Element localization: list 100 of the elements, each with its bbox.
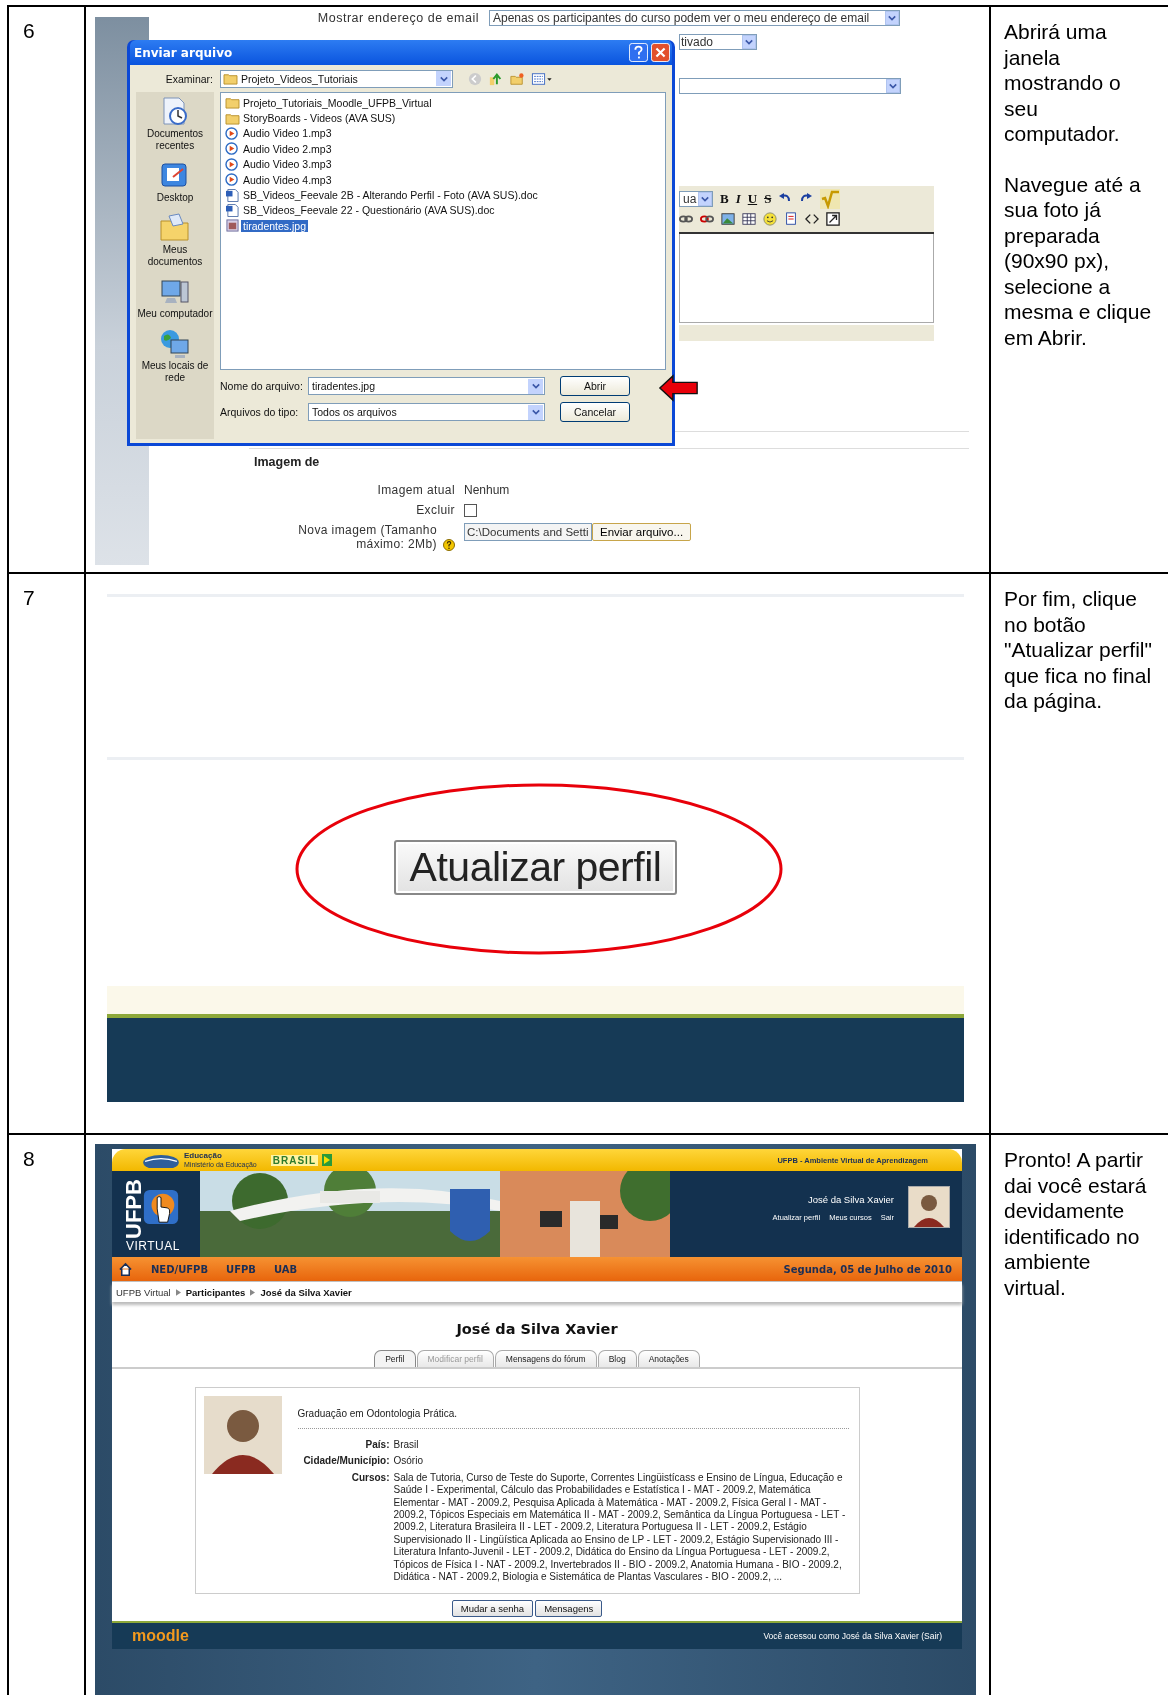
- file-name[interactable]: Audio Video 2.mp3: [241, 142, 334, 155]
- open-button[interactable]: Abrir: [560, 376, 630, 396]
- nav-link[interactable]: UAB: [273, 1263, 298, 1275]
- footer-logo: moodle: [132, 1627, 189, 1646]
- file-name-field[interactable]: tiradentes.jpg: [308, 377, 545, 395]
- instruction-text: Por fim, clique no botão "Atualizar perfil" que fica no final da página.: [1004, 586, 1152, 714]
- media-file-icon: [225, 126, 240, 140]
- browse-button[interactable]: Enviar arquivo...: [592, 523, 692, 541]
- media-file-icon: [225, 173, 240, 187]
- format-button[interactable]: S: [764, 191, 772, 207]
- folder-icon: [225, 96, 240, 110]
- field-label: País:: [364, 1439, 390, 1452]
- instruction-text: Navegue até a sua foto já preparada (90x90 px), selecione a mesma e clique em Abrir.: [1004, 171, 1152, 350]
- view-menu-icon[interactable]: [531, 71, 553, 86]
- dropdown-icon: [436, 71, 451, 86]
- globe-logo-icon: [142, 1152, 180, 1168]
- dialog-title: Enviar arquivo: [134, 45, 234, 60]
- logo-subtitle: VIRTUAL: [126, 1239, 180, 1253]
- dropdown-icon: [528, 404, 543, 420]
- field-value: Osório: [393, 1455, 424, 1468]
- select-field[interactable]: Apenas os participantes do curso podem ver o meu endereço de email: [489, 10, 900, 26]
- file-path-field[interactable]: C:\Documents and Setti: [464, 523, 592, 541]
- nav-link[interactable]: UFPB: [226, 1263, 256, 1275]
- field-label: Nova imagem (Tamanho máximo: 2Mb): [297, 523, 437, 551]
- file-name[interactable]: Audio Video 4.mp3: [241, 173, 334, 186]
- dropdown-icon: [742, 35, 756, 49]
- field-label: Cursos:: [350, 1471, 390, 1485]
- help-icon[interactable]: [443, 539, 455, 551]
- folder-select[interactable]: Projeto_Videos_Tutoriais: [220, 69, 453, 88]
- select-field[interactable]: tivado: [679, 34, 757, 50]
- file-name[interactable]: Audio Video 3.mp3: [241, 158, 334, 171]
- breadcrumb-link[interactable]: José da Silva Xavier: [260, 1286, 352, 1298]
- nav-link[interactable]: NED/UFPB: [151, 1263, 209, 1275]
- close-icon[interactable]: [651, 43, 670, 62]
- field-label: Mostrar endereço de email: [316, 11, 479, 25]
- image-file-icon: [225, 219, 240, 233]
- field-value: Nenhum: [464, 483, 510, 497]
- format-button[interactable]: I: [735, 191, 741, 207]
- network-globe-icon[interactable]: [159, 328, 191, 360]
- file-name[interactable]: StoryBoards - Videos (AVA SUS): [241, 112, 398, 125]
- checkbox[interactable]: [464, 504, 477, 517]
- media-file-icon: [225, 157, 240, 171]
- flag-icon: [322, 1154, 332, 1166]
- action-button[interactable]: Mudar a senha: [451, 1600, 534, 1618]
- font-select[interactable]: ua: [679, 191, 713, 207]
- update-profile-button[interactable]: Atualizar perfil: [393, 839, 678, 895]
- format-button[interactable]: U: [747, 191, 758, 207]
- date-label: Segunda, 05 de Julho de 2010: [783, 1263, 952, 1275]
- document-icon: [225, 188, 240, 202]
- instruction-text: Pronto! A partir dai você estará devidamente identificado no ambiente virtual.: [1004, 1147, 1148, 1300]
- step-number: 8: [23, 1147, 35, 1170]
- field-value: Sala de Tutoria, Curso de Teste do Suporte, Correntes Lingüistícass e Ensino de Língua, Educação e Saúde I - Experimental, Cálculo das Probabilidades e Estatística I - MAT - 2009.2, Matemática Elementar - MAT - 2009.2, Pesquisa Aplicada à Matemática - MAT - 2009.2, Física Geral I - MAT - 2009.2, Tópicos Especiais em Matemática II - MAT - 2009.2, Semântica da Língua Portuguesa - LET - 2009.2, Literatura Brasileira II - LET - 2009.2, Literatura Portuguesa II - LET - 2009.2, Estágio Supervisionado II - Lingüística Aplicada ao Ensino de LP - LET - 2009.2, Estágio Supervisionado III - Literatura Infanto-Juvenil - LET - 2009.2, Didática do Ensino da Língua Portuguesa - LET - 2009.2, Tópicos de Física I - NAT - 2009.2, Invertebrados II - BIO - 2009.2, Anatomia Humana - BIO - 2009.2, Didática - NAT - 2009.2, Biologia e Sistemática de Plantas Vasculares - BIO - 2009.2, ...: [393, 1471, 847, 1584]
- tab[interactable]: Blog: [597, 1350, 637, 1367]
- breadcrumb-link[interactable]: Participantes: [185, 1286, 246, 1298]
- file-name[interactable]: Audio Video 1.mp3: [241, 127, 334, 140]
- file-name[interactable]: SB_Videos_Feevale 2B - Alterando Perfil - Foto (AVA SUS).doc: [241, 189, 540, 202]
- dropdown-icon: [885, 11, 899, 25]
- select-field[interactable]: [679, 78, 901, 94]
- field-label: Examinar:: [164, 72, 213, 85]
- separator-icon: [250, 1288, 256, 1296]
- file-name[interactable]: SB_Videos_Feevale 22 - Questionário (AVA SUS).doc: [241, 204, 497, 217]
- pointer-arrow: [658, 374, 699, 402]
- dropdown-icon: [886, 79, 900, 93]
- profile-description: Graduação em Odontologia Prática.: [297, 1408, 849, 1429]
- place-label[interactable]: Desktop: [136, 192, 214, 204]
- tab[interactable]: Perfil: [374, 1350, 416, 1367]
- place-label[interactable]: Documentos recentes: [136, 128, 214, 152]
- step-number: 6: [23, 19, 35, 42]
- field-label: Imagem atual: [377, 483, 455, 497]
- field-value: Brasil: [393, 1439, 420, 1452]
- smiley-icon[interactable]: [763, 212, 777, 226]
- up-folder-icon[interactable]: [489, 71, 503, 86]
- breadcrumb-link[interactable]: UFPB Virtual: [116, 1286, 171, 1298]
- home-icon[interactable]: [118, 1261, 133, 1277]
- cancel-button[interactable]: Cancelar: [560, 402, 630, 422]
- image-icon[interactable]: [721, 212, 735, 226]
- paste-icon[interactable]: [784, 212, 798, 226]
- country-logo: BRASIL: [270, 1154, 318, 1166]
- step-number: 7: [23, 586, 35, 609]
- action-button[interactable]: Mensagens: [535, 1600, 603, 1618]
- page-title: José da Silva Xavier: [456, 1321, 618, 1337]
- format-button[interactable]: B: [720, 191, 729, 207]
- file-name[interactable]: tiradentes.jpg: [241, 219, 309, 232]
- place-label[interactable]: Meus documentos: [136, 244, 214, 268]
- folder-icon: [223, 72, 238, 85]
- site-logo: UFPB: [121, 1179, 147, 1239]
- user-avatar: [908, 1186, 950, 1228]
- document-icon: [225, 203, 240, 217]
- place-label[interactable]: Meu computador: [136, 308, 214, 320]
- table-icon[interactable]: [742, 212, 756, 226]
- tab[interactable]: Mensagens do fórum: [494, 1350, 597, 1367]
- field-label: Arquivos do tipo:: [220, 406, 300, 418]
- new-folder-icon[interactable]: [510, 71, 524, 86]
- code-icon[interactable]: [805, 212, 819, 226]
- file-type-select[interactable]: Todos os arquivos: [308, 403, 545, 421]
- field-label: Nome do arquivo:: [220, 380, 300, 392]
- tab[interactable]: Anotações: [637, 1350, 700, 1367]
- file-name[interactable]: Projeto_Tutoriais_Moodle_UFPB_Virtual: [241, 96, 434, 109]
- fullscreen-icon[interactable]: [826, 212, 840, 226]
- place-label[interactable]: Meus locais de rede: [136, 360, 214, 384]
